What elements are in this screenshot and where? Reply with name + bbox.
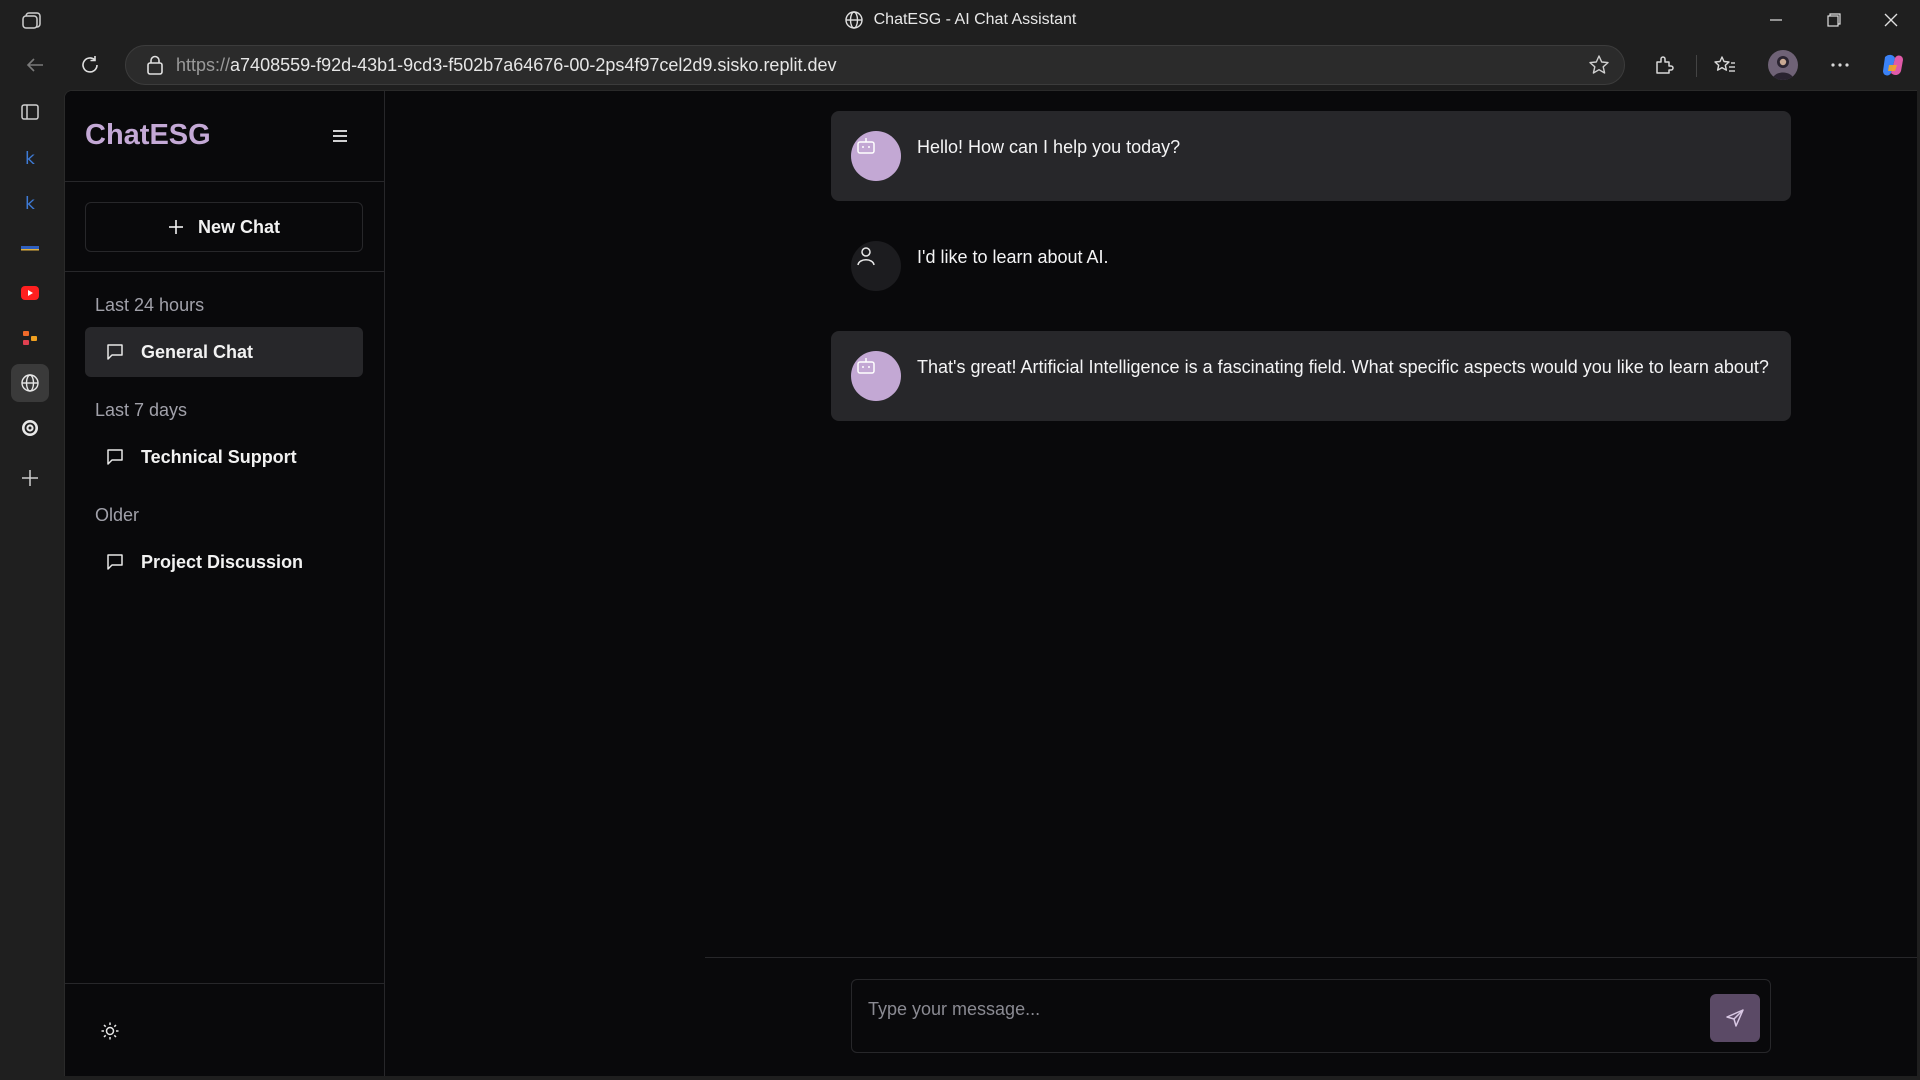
- send-icon: [1725, 1008, 1745, 1028]
- message-square-icon: [105, 447, 125, 467]
- chat-sidebar: ChatESG New Chat Last 24 hours General C…: [65, 91, 385, 1076]
- new-chat-label: New Chat: [197, 216, 280, 237]
- send-button[interactable]: [1710, 994, 1760, 1042]
- back-button[interactable]: [15, 45, 55, 85]
- minimize-button[interactable]: [1747, 0, 1805, 40]
- window-title: ChatESG - AI Chat Assistant: [0, 0, 1920, 40]
- new-chat-button[interactable]: New Chat: [85, 202, 363, 252]
- toolbar-divider: [1696, 55, 1697, 77]
- message-user: I'd like to learn about AI.: [831, 221, 1791, 311]
- url-scheme: https://: [176, 54, 231, 75]
- window-title-text: ChatESG - AI Chat Assistant: [873, 11, 1077, 28]
- sun-icon: [100, 1021, 120, 1041]
- message-assistant: That's great! Artificial Intelligence is…: [831, 331, 1791, 421]
- menu-toggle-button[interactable]: [325, 121, 355, 151]
- more-options-icon[interactable]: [1820, 45, 1860, 85]
- message-square-icon: [105, 342, 125, 362]
- chat-item-label: Project Discussion: [141, 551, 304, 572]
- youtube-icon[interactable]: [11, 274, 49, 312]
- favorites-icon[interactable]: [1705, 45, 1745, 85]
- message-composer: [851, 979, 1771, 1053]
- profile-avatar[interactable]: [1768, 50, 1798, 80]
- sidebar-divider: [65, 271, 384, 272]
- tasks-app-icon[interactable]: [11, 319, 49, 357]
- bot-avatar: [851, 131, 901, 181]
- chat-item-project-discussion[interactable]: Project Discussion: [85, 537, 363, 587]
- openai-icon[interactable]: [11, 409, 49, 447]
- brand-logo: ChatESG: [85, 119, 211, 151]
- message-input[interactable]: [866, 988, 1690, 1030]
- section-label-older: Older: [95, 505, 140, 525]
- restore-button[interactable]: [1805, 0, 1863, 40]
- favorite-star-icon[interactable]: [1588, 54, 1610, 76]
- user-avatar: [851, 241, 901, 291]
- message-text: That's great! Artificial Intelligence is…: [917, 357, 1769, 377]
- extensions-icon[interactable]: [1644, 45, 1684, 85]
- chat-item-label: General Chat: [141, 341, 254, 362]
- close-window-button[interactable]: [1862, 0, 1920, 40]
- plus-icon: [168, 219, 184, 235]
- message-text: I'd like to learn about AI.: [917, 247, 1109, 267]
- hamburger-icon: [331, 128, 349, 144]
- lock-icon[interactable]: [146, 55, 164, 75]
- theme-toggle-button[interactable]: [95, 1016, 125, 1046]
- bot-avatar: [851, 351, 901, 401]
- sidebar-divider: [65, 181, 384, 182]
- section-label-last-24-hours: Last 24 hours: [95, 295, 205, 315]
- sidebar-divider: [65, 983, 384, 984]
- chat-item-general-chat[interactable]: General Chat: [85, 327, 363, 377]
- chat-item-label: Technical Support: [141, 446, 297, 467]
- section-label-last-7-days: Last 7 days: [95, 400, 188, 420]
- message-assistant: Hello! How can I help you today?: [831, 111, 1791, 201]
- svg-text:k: k: [25, 194, 35, 213]
- add-icon[interactable]: [11, 459, 49, 497]
- composer-divider: [705, 957, 1917, 958]
- app-window: ChatESG New Chat Last 24 hours General C…: [64, 90, 1917, 1076]
- refresh-button[interactable]: [70, 45, 110, 85]
- address-bar[interactable]: https://a7408559-f92d-43b1-9cd3-f502b7a6…: [125, 45, 1625, 85]
- svg-text:k: k: [25, 149, 35, 168]
- tab-actions-icon[interactable]: [11, 93, 49, 131]
- url-text[interactable]: https://a7408559-f92d-43b1-9cd3-f502b7a6…: [176, 55, 836, 76]
- url-host: a7408559-f92d-43b1-9cd3-f502b7a64676-00-…: [230, 54, 837, 75]
- globe-icon: [844, 10, 864, 30]
- k-app-icon[interactable]: k: [11, 184, 49, 222]
- bookmark-bar-icon[interactable]: [11, 229, 49, 267]
- message-square-icon: [105, 552, 125, 572]
- chat-item-technical-support[interactable]: Technical Support: [85, 432, 363, 482]
- window-titlebar: ChatESG - AI Chat Assistant: [0, 0, 1920, 40]
- message-text: Hello! How can I help you today?: [917, 137, 1181, 157]
- copilot-icon[interactable]: [1873, 45, 1913, 85]
- globe-icon[interactable]: [11, 364, 49, 402]
- k-app-icon[interactable]: k: [11, 139, 49, 177]
